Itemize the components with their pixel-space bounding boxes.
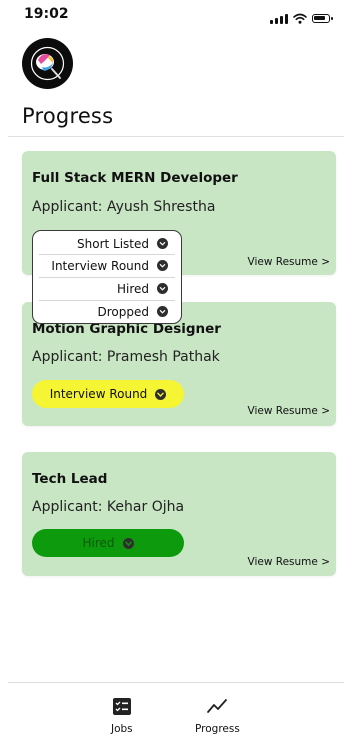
job-title: Tech Lead [32,471,108,487]
chevron-down-icon [157,260,168,271]
option-label: Hired [116,282,149,296]
title-divider [8,136,344,137]
view-resume-link[interactable]: View Resume > [248,256,331,268]
status-dropdown-menu: Short Listed Interview Round Hired Dropp… [32,230,182,324]
status-icons [270,9,333,28]
dropdown-option-short-listed[interactable]: Short Listed [33,234,181,254]
nav-item-progress[interactable]: Progress [195,697,240,735]
application-card-3: Tech Lead Applicant: Kehar Ojha Hired Vi… [22,452,336,576]
dropdown-option-hired[interactable]: Hired [33,279,181,299]
status-pill-label: Interview Round [49,387,148,401]
applicant-name: Applicant: Kehar Ojha [32,499,185,515]
status-bar: 19:02 [0,0,344,30]
page-title: Progress [22,104,114,128]
dropdown-separator [39,277,175,278]
applicant-name: Applicant: Ayush Shrestha [32,199,216,215]
view-resume-link[interactable]: View Resume > [248,405,331,417]
status-time: 19:02 [24,6,69,22]
chevron-down-icon [157,238,168,249]
nav-label: Progress [195,723,240,735]
app-logo[interactable] [22,38,73,89]
status-pill-label: Hired [82,536,115,550]
status-pill-interview-round[interactable]: Interview Round [32,380,184,408]
chevron-down-icon [122,537,134,549]
dropdown-option-dropped[interactable]: Dropped [33,302,181,322]
nav-item-jobs[interactable]: Jobs [111,697,133,735]
trend-line-icon [206,697,228,720]
wifi-icon [293,9,307,28]
dropdown-separator [39,300,175,301]
dropdown-separator [39,254,175,255]
bottom-nav: Jobs Progress [8,682,344,735]
option-label: Interview Round [51,259,149,273]
view-resume-link[interactable]: View Resume > [248,556,331,568]
applicant-name: Applicant: Pramesh Pathak [32,349,220,365]
battery-icon [312,14,333,23]
status-pill-hired[interactable]: Hired [32,529,184,557]
chevron-down-icon [157,306,168,317]
chevron-down-icon [157,283,168,294]
signal-icon [270,13,288,24]
nav-label: Jobs [111,723,133,735]
option-label: Dropped [97,305,150,319]
chevron-down-icon [155,388,167,400]
jobs-checklist-icon [112,697,132,720]
option-label: Short Listed [77,237,149,251]
dropdown-option-interview-round[interactable]: Interview Round [33,256,181,276]
job-title: Full Stack MERN Developer [32,170,238,186]
